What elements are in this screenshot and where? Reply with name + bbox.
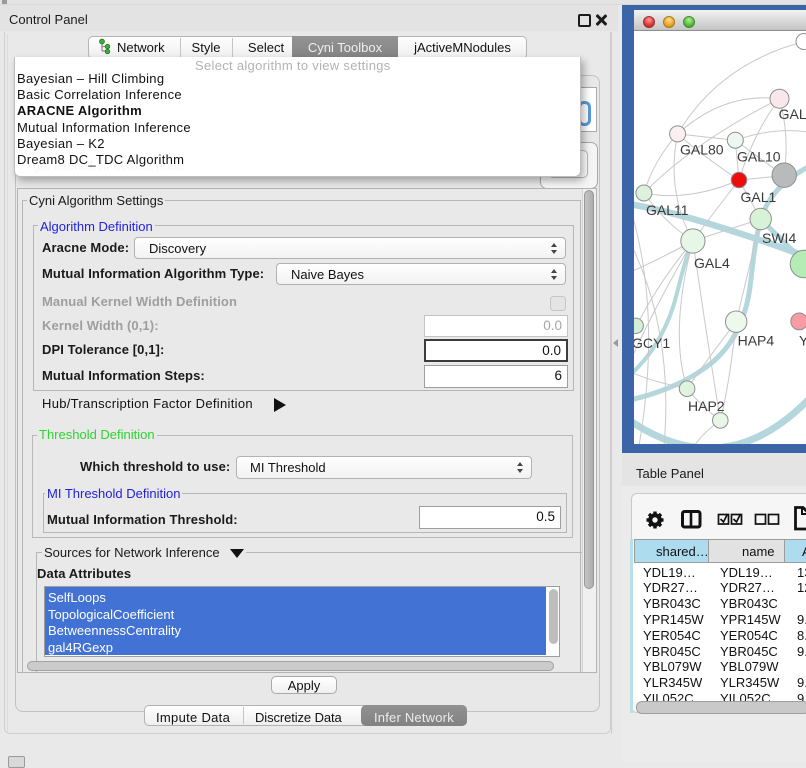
svg-text:GAL11: GAL11 <box>646 202 689 218</box>
svg-text:HAP2: HAP2 <box>688 398 725 414</box>
svg-text:GAL4: GAL4 <box>694 255 730 271</box>
svg-text:GAL1: GAL1 <box>741 189 777 205</box>
svg-text:GAL10: GAL10 <box>737 148 781 164</box>
svg-text:GAL80: GAL80 <box>680 141 724 157</box>
svg-text:GCY1: GCY1 <box>634 335 670 351</box>
svg-text:SWI4: SWI4 <box>762 230 796 246</box>
svg-text:GAL8: GAL8 <box>779 106 806 122</box>
svg-text:HAP4: HAP4 <box>738 332 775 348</box>
svg-text:Y: Y <box>799 332 806 348</box>
